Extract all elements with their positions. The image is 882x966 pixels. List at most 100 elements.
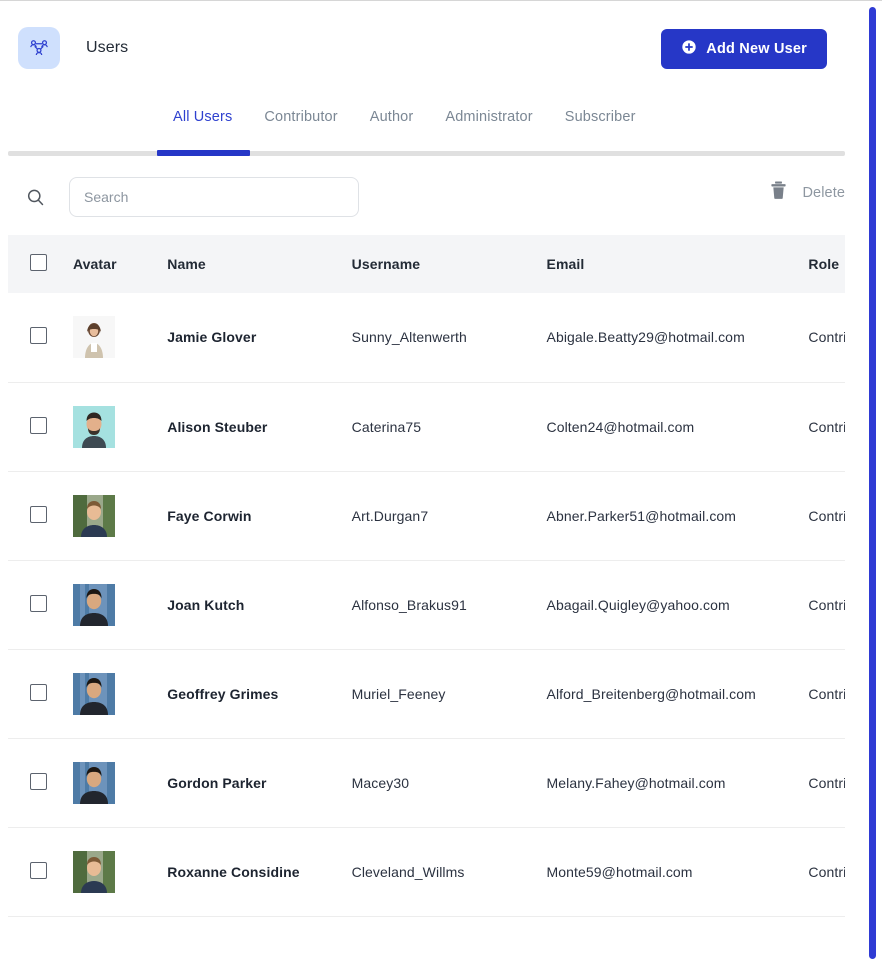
avatar-cell bbox=[72, 560, 168, 650]
user-role: Contributor bbox=[808, 827, 845, 917]
tab-subscriber-label: Subscriber bbox=[564, 109, 636, 125]
avatar bbox=[72, 494, 168, 537]
row-checkbox[interactable] bbox=[30, 772, 47, 790]
users-table-container: Avatar Name Username Email Role Jamie Gl… bbox=[8, 235, 845, 917]
add-user-button-label: Add New User bbox=[706, 41, 807, 57]
user-name: Alison Steuber bbox=[167, 382, 352, 472]
table-toolbar: Delete bbox=[0, 159, 882, 235]
user-email: Alford_Breitenberg@hotmail.com bbox=[546, 649, 809, 739]
table-row[interactable]: Joan Kutch Alfonso_Brakus91 Abagail.Quigle… bbox=[8, 560, 845, 650]
user-email: Colten24@hotmail.com bbox=[546, 382, 809, 472]
tab-author-label: Author bbox=[369, 109, 414, 125]
add-user-button[interactable]: Add New User bbox=[661, 29, 827, 69]
user-username: Sunny_Altenwerth bbox=[351, 293, 547, 383]
avatar bbox=[72, 672, 168, 715]
page-title: Users bbox=[86, 39, 129, 56]
vertical-scrollbar-track[interactable] bbox=[869, 3, 879, 965]
user-username: Cleveland_Willms bbox=[351, 827, 547, 917]
trash-icon bbox=[767, 179, 790, 207]
user-role: Contributor bbox=[808, 382, 845, 472]
search-input[interactable] bbox=[69, 177, 359, 217]
select-all-checkbox[interactable] bbox=[30, 254, 47, 271]
avatar-cell bbox=[72, 738, 168, 828]
avatar bbox=[72, 316, 168, 359]
row-select-cell bbox=[8, 293, 73, 383]
tab-subscriber[interactable]: Subscriber bbox=[549, 97, 652, 137]
table-row[interactable]: Roxanne Considine Cleveland_Willms Monte59… bbox=[8, 827, 845, 917]
avatar-cell bbox=[72, 382, 168, 472]
user-username: Caterina75 bbox=[351, 382, 547, 472]
tab-author[interactable]: Author bbox=[354, 97, 430, 137]
delete-button[interactable]: Delete bbox=[767, 179, 845, 207]
header-role[interactable]: Role bbox=[808, 235, 845, 293]
avatar-cell bbox=[72, 471, 168, 561]
users-table-body: Jamie Glover Sunny_Altenwerth Abigale.Beat… bbox=[8, 293, 845, 917]
user-name: Jamie Glover bbox=[167, 293, 352, 383]
user-email: Melany.Fahey@hotmail.com bbox=[546, 738, 809, 828]
header-avatar[interactable]: Avatar bbox=[72, 235, 168, 293]
user-email: Monte59@hotmail.com bbox=[546, 827, 809, 917]
tab-all-users[interactable]: All Users bbox=[157, 97, 248, 137]
row-checkbox[interactable] bbox=[30, 861, 47, 879]
header-select-all bbox=[8, 235, 73, 293]
search-group bbox=[22, 177, 359, 217]
vertical-scrollbar-thumb[interactable] bbox=[869, 7, 876, 959]
user-name: Faye Corwin bbox=[167, 471, 352, 561]
user-username: Macey30 bbox=[351, 738, 547, 828]
users-group-icon bbox=[18, 27, 60, 69]
table-row[interactable]: Faye Corwin Art.Durgan7 Abner.Parker51@hot… bbox=[8, 471, 845, 561]
users-table-head: Avatar Name Username Email Role bbox=[8, 235, 845, 293]
user-role: Contributor bbox=[808, 471, 845, 561]
row-checkbox[interactable] bbox=[30, 683, 47, 701]
row-checkbox[interactable] bbox=[30, 594, 47, 612]
avatar bbox=[72, 850, 168, 893]
table-row[interactable]: Geoffrey Grimes Muriel_Feeney Alford_Breit… bbox=[8, 649, 845, 739]
page-header: Users Add New User bbox=[0, 1, 882, 97]
row-select-cell bbox=[8, 649, 73, 739]
tab-contributor[interactable]: Contributor bbox=[248, 97, 353, 137]
user-role: Contributor bbox=[808, 738, 845, 828]
header-username[interactable]: Username bbox=[351, 235, 547, 293]
user-email: Abner.Parker51@hotmail.com bbox=[546, 471, 809, 561]
tab-contributor-label: Contributor bbox=[264, 109, 338, 125]
table-row[interactable]: Gordon Parker Macey30 Melany.Fahey@hotmail… bbox=[8, 738, 845, 828]
avatar-cell bbox=[72, 827, 168, 917]
tab-active-indicator bbox=[157, 150, 250, 156]
tab-administrator[interactable]: Administrator bbox=[429, 97, 548, 137]
tabs-bar: All Users Contributor Author Administrat… bbox=[0, 97, 882, 159]
user-username: Art.Durgan7 bbox=[351, 471, 547, 561]
users-table: Avatar Name Username Email Role Jamie Gl… bbox=[8, 235, 845, 917]
avatar bbox=[72, 761, 168, 804]
users-page: Users Add New User All Users Contributor… bbox=[0, 0, 882, 966]
user-role: Contributor bbox=[808, 649, 845, 739]
header-name[interactable]: Name bbox=[167, 235, 352, 293]
user-name: Geoffrey Grimes bbox=[167, 649, 352, 739]
user-username: Muriel_Feeney bbox=[351, 649, 547, 739]
table-row[interactable]: Alison Steuber Caterina75 Colten24@hotmail… bbox=[8, 382, 845, 472]
row-checkbox[interactable] bbox=[30, 416, 47, 434]
tab-administrator-label: Administrator bbox=[445, 109, 533, 125]
user-username: Alfonso_Brakus91 bbox=[351, 560, 547, 650]
plus-circle-icon bbox=[681, 39, 697, 59]
user-role: Contributor bbox=[808, 293, 845, 383]
row-select-cell bbox=[8, 827, 73, 917]
user-name: Roxanne Considine bbox=[167, 827, 352, 917]
delete-button-label: Delete bbox=[802, 185, 845, 201]
user-email: Abagail.Quigley@yahoo.com bbox=[546, 560, 809, 650]
user-name: Gordon Parker bbox=[167, 738, 352, 828]
row-checkbox[interactable] bbox=[30, 327, 47, 345]
row-select-cell bbox=[8, 738, 73, 828]
avatar-cell bbox=[72, 649, 168, 739]
row-select-cell bbox=[8, 560, 73, 650]
avatar bbox=[72, 405, 168, 448]
header-email[interactable]: Email bbox=[546, 235, 809, 293]
page-title-group: Users bbox=[18, 27, 128, 69]
tab-all-users-label: All Users bbox=[173, 109, 233, 125]
search-icon[interactable] bbox=[22, 184, 48, 210]
row-select-cell bbox=[8, 471, 73, 561]
avatar bbox=[72, 583, 168, 626]
row-select-cell bbox=[8, 382, 73, 472]
table-row[interactable]: Jamie Glover Sunny_Altenwerth Abigale.Beat… bbox=[8, 293, 845, 383]
row-checkbox[interactable] bbox=[30, 505, 47, 523]
user-role: Contributor bbox=[808, 560, 845, 650]
